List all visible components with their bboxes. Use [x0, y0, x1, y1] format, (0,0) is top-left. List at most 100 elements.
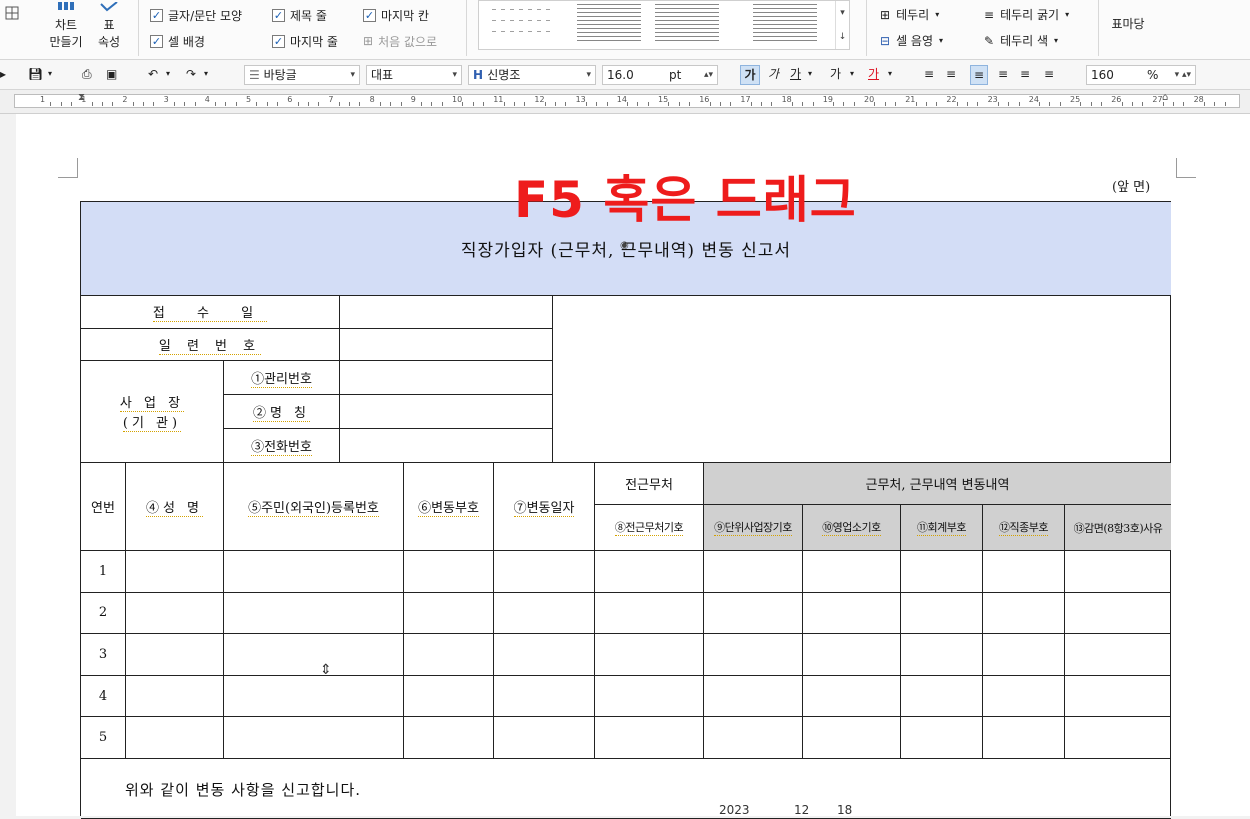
border-button[interactable]: ⊞ 테두리 ▾	[880, 6, 939, 23]
left-indent-marker[interactable]: ⧗	[78, 92, 85, 103]
table-style-3[interactable]	[753, 4, 817, 44]
align-distribute-icon[interactable]: ≡	[1020, 65, 1030, 85]
table-cell[interactable]	[595, 551, 704, 593]
phone-value[interactable]	[340, 429, 553, 463]
table-cell[interactable]	[224, 717, 404, 759]
table-cell[interactable]	[983, 675, 1065, 718]
table-cell[interactable]	[224, 634, 404, 676]
table-cell[interactable]	[803, 551, 901, 593]
table-cell[interactable]	[494, 592, 595, 635]
strike-dropdown[interactable]: ▾	[850, 65, 854, 85]
table-cell[interactable]	[404, 675, 494, 718]
undo-icon[interactable]: ↶	[148, 65, 158, 85]
table-cell[interactable]	[704, 634, 803, 676]
align-center-icon[interactable]: ≡	[970, 65, 989, 85]
table-style-1[interactable]	[577, 4, 641, 44]
table-cell[interactable]	[494, 634, 595, 676]
table-cell[interactable]	[803, 634, 901, 676]
table-cell[interactable]	[901, 634, 983, 676]
zoom-stepper[interactable]: ▾ ▴▾	[1175, 66, 1191, 84]
table-cell[interactable]	[224, 675, 404, 718]
border-color-button[interactable]: ✎ 테두리 색 ▾	[984, 32, 1058, 49]
table-cell[interactable]	[595, 675, 704, 718]
table-cell[interactable]	[1065, 717, 1171, 759]
table-cell[interactable]	[595, 592, 704, 635]
font-color-button[interactable]: 가	[868, 65, 879, 85]
align-split-icon[interactable]: ≡	[1044, 65, 1054, 85]
style-select[interactable]: ☰ 바탕글 ▾	[244, 65, 360, 85]
table-cell[interactable]	[595, 717, 704, 759]
save-icon[interactable]: 💾︎	[28, 65, 43, 85]
table-cell[interactable]	[901, 592, 983, 635]
underline-dropdown[interactable]: ▾	[808, 65, 812, 85]
check-cell-bg[interactable]: ✓ 셀 배경	[150, 32, 205, 50]
table-cell[interactable]	[126, 634, 224, 676]
gallery-scroll[interactable]: ▾ ↓	[835, 1, 849, 49]
table-cell[interactable]	[1065, 676, 1171, 718]
italic-button[interactable]: 가	[768, 65, 779, 85]
table-cell[interactable]	[404, 634, 494, 676]
name-value[interactable]	[340, 395, 553, 429]
table-cell[interactable]	[224, 592, 404, 635]
cell-shade-button[interactable]: ⊟ 셀 음영 ▾	[880, 32, 943, 49]
table-cell[interactable]	[126, 675, 224, 718]
underline-button[interactable]: 가	[790, 65, 801, 85]
check-title-row[interactable]: ✓ 제목 줄	[272, 6, 327, 24]
align-left-icon[interactable]: ≡	[946, 65, 956, 85]
table-cell[interactable]	[704, 592, 803, 635]
table-cell[interactable]	[126, 717, 224, 759]
align-right-icon[interactable]: ≡	[998, 65, 1008, 85]
table-cell[interactable]	[983, 634, 1065, 676]
bold-button[interactable]: 가	[740, 65, 760, 85]
table-cell[interactable]	[983, 717, 1065, 759]
table-cell[interactable]	[901, 717, 983, 759]
border-width-button[interactable]: ≡ 테두리 굵기 ▾	[984, 6, 1069, 23]
table-cell[interactable]	[494, 717, 595, 759]
zoom-input[interactable]: 160% ▾ ▴▾	[1086, 65, 1196, 85]
table-style-gallery[interactable]: ▾ ↓	[478, 0, 850, 50]
table-properties-button[interactable]: 표 속성	[92, 0, 126, 52]
blank-area[interactable]	[553, 296, 1171, 463]
print-icon[interactable]: ⎙	[82, 65, 92, 85]
serial-no-value[interactable]	[340, 329, 553, 361]
redo-dropdown[interactable]: ▾	[204, 65, 208, 85]
table-cell[interactable]	[983, 551, 1065, 593]
font-select[interactable]: H 신명조 ▾	[468, 65, 596, 85]
table-cell[interactable]	[404, 717, 494, 759]
chart-button[interactable]: 차트 만들기	[44, 0, 88, 52]
table-style-2[interactable]	[655, 4, 719, 44]
table-icon[interactable]	[4, 6, 20, 25]
font-size-stepper[interactable]: ▴▾	[704, 66, 713, 84]
language-select[interactable]: 대표 ▾	[366, 65, 462, 85]
table-cell[interactable]	[404, 592, 494, 635]
table-cell[interactable]	[224, 551, 404, 593]
table-cell[interactable]	[494, 675, 595, 718]
reset-button[interactable]: ⊞ 처음 값으로	[363, 32, 437, 50]
table-cell[interactable]	[1065, 593, 1171, 635]
font-color-dropdown[interactable]: ▾	[888, 65, 892, 85]
table-cell[interactable]	[404, 551, 494, 593]
table-cell[interactable]	[126, 592, 224, 635]
receipt-date-value[interactable]	[340, 296, 553, 329]
table-cell[interactable]	[704, 717, 803, 759]
table-cell[interactable]	[126, 551, 224, 593]
table-cell[interactable]	[1065, 634, 1171, 676]
table-cell[interactable]	[704, 675, 803, 718]
table-cell[interactable]	[803, 717, 901, 759]
strike-button[interactable]: 가	[830, 65, 841, 85]
table-cell[interactable]	[983, 592, 1065, 635]
table-cell[interactable]	[704, 551, 803, 593]
table-cell[interactable]	[1065, 551, 1171, 593]
form-table[interactable]: 직장가입자 (근무처, 근무내역) 변동 신고서 접 수 일 일 련 번 호 사…	[80, 201, 1171, 819]
toolbar-arrow-icon[interactable]: ▸	[0, 65, 8, 85]
redo-icon[interactable]: ↷	[186, 65, 196, 85]
align-justify-icon[interactable]: ≡	[924, 65, 934, 85]
preview-icon[interactable]: ▣	[106, 65, 117, 85]
font-size-input[interactable]: 16.0 pt ▴▾	[602, 65, 718, 85]
table-para-button[interactable]: 표마당	[1108, 16, 1148, 33]
horizontal-ruler[interactable]: 1 1 2 3 4 5 6 7 8 9 10 11 12 13 14 15 16 17 18 19 20 21 22 23 24…	[0, 90, 1250, 114]
check-last-row[interactable]: ✓ 마지막 줄	[272, 32, 338, 50]
table-cell[interactable]	[901, 675, 983, 718]
check-char-para[interactable]: ✓ 글자/문단 모양	[150, 6, 242, 24]
undo-dropdown[interactable]: ▾	[166, 65, 170, 85]
